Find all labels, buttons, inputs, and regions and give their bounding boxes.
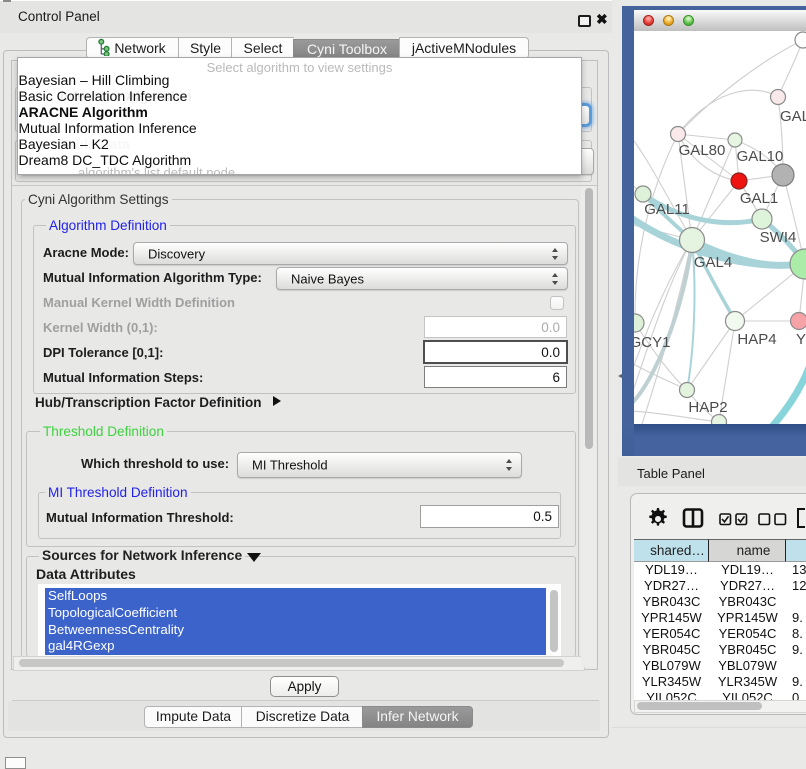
svg-text:SWI4: SWI4 bbox=[760, 229, 797, 246]
svg-text:GCY1: GCY1 bbox=[634, 334, 670, 351]
svg-text:GAL4: GAL4 bbox=[694, 254, 732, 271]
svg-text:GAL80: GAL80 bbox=[679, 142, 726, 159]
svg-text:GAL10: GAL10 bbox=[737, 148, 784, 165]
svg-text:HAP4: HAP4 bbox=[737, 331, 776, 348]
svg-text:Y: Y bbox=[796, 331, 806, 348]
svg-text:GAL11: GAL11 bbox=[644, 201, 690, 218]
svg-text:HAP2: HAP2 bbox=[688, 399, 727, 416]
svg-text:GAL7: GAL7 bbox=[780, 108, 806, 125]
svg-text:GAL1: GAL1 bbox=[740, 190, 778, 207]
